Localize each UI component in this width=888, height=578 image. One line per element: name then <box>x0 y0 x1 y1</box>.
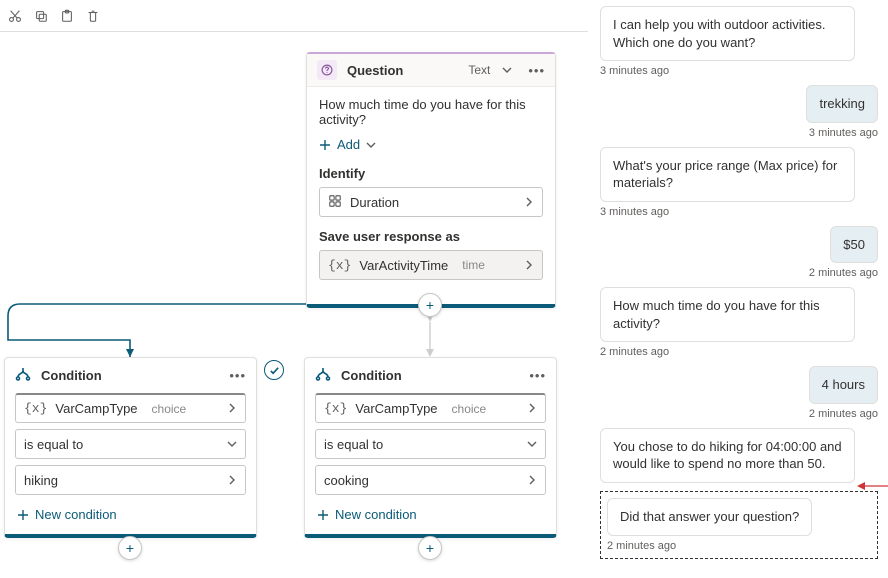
followup-prompt: Did that answer your question? 2 minutes… <box>600 491 878 559</box>
paste-icon[interactable] <box>60 9 74 23</box>
add-node-button[interactable]: + <box>118 536 142 560</box>
identify-value: Duration <box>350 195 399 210</box>
user-message-row: trekking 3 minutes ago <box>600 85 878 139</box>
value-select[interactable]: hiking <box>15 465 246 495</box>
timestamp: 2 minutes ago <box>600 346 878 358</box>
authoring-canvas[interactable]: Question Text ••• How much time do you h… <box>0 0 588 578</box>
more-icon[interactable]: ••• <box>229 368 246 383</box>
bot-message: What's your price range (Max price) for … <box>600 147 855 202</box>
condition-node-2[interactable]: Condition ••• {x} VarCampType choice is … <box>304 357 557 538</box>
variable-picker[interactable]: {x} VarActivityTime time <box>319 250 543 280</box>
question-response-type: Text <box>468 63 490 77</box>
canvas-toolbar <box>0 0 588 32</box>
chevron-right-icon <box>527 401 537 416</box>
new-condition-button[interactable]: New condition <box>15 501 246 524</box>
question-node[interactable]: Question Text ••• How much time do you h… <box>306 52 556 308</box>
identify-label: Identify <box>319 166 543 181</box>
bot-message: I can help you with outdoor activities. … <box>600 6 855 61</box>
operator-value: is equal to <box>324 437 383 452</box>
bot-message-row: You chose to do hiking for 04:00:00 and … <box>600 428 878 483</box>
user-message-row: 4 hours 2 minutes ago <box>600 366 878 420</box>
chevron-right-icon <box>524 195 534 210</box>
user-message: trekking <box>806 85 878 123</box>
question-title: Question <box>347 63 458 78</box>
chevron-down-icon[interactable] <box>502 63 512 78</box>
branch-icon <box>15 366 31 385</box>
new-condition-button[interactable]: New condition <box>315 501 546 524</box>
variable-type: choice <box>152 402 187 416</box>
variable-icon: {x} <box>324 401 347 416</box>
condition-title: Condition <box>341 368 519 383</box>
bot-message-row: What's your price range (Max price) for … <box>600 147 878 218</box>
variable-icon: {x} <box>328 258 351 273</box>
user-message-row: $50 2 minutes ago <box>600 226 878 280</box>
condition-node-1[interactable]: Condition ••• {x} VarCampType choice is … <box>4 357 257 538</box>
variable-name: VarActivityTime <box>359 258 448 273</box>
condition-title: Condition <box>41 368 219 383</box>
condition-value: cooking <box>324 473 369 488</box>
condition-value: hiking <box>24 473 58 488</box>
new-condition-label: New condition <box>335 507 417 522</box>
chevron-down-icon <box>227 437 237 452</box>
more-icon[interactable]: ••• <box>528 63 545 78</box>
more-icon[interactable]: ••• <box>529 368 546 383</box>
timestamp: 2 minutes ago <box>600 408 878 420</box>
timestamp: 3 minutes ago <box>600 127 878 139</box>
variable-icon: {x} <box>24 401 47 416</box>
user-message: $50 <box>830 226 878 264</box>
condition-variable[interactable]: {x} VarCampType choice <box>15 393 246 423</box>
value-select[interactable]: cooking <box>315 465 546 495</box>
variable-type: time <box>462 258 485 272</box>
checkmark-icon <box>264 360 284 380</box>
chevron-right-icon <box>527 473 537 488</box>
new-condition-label: New condition <box>35 507 117 522</box>
test-chat-panel: I can help you with outdoor activities. … <box>590 0 888 578</box>
variable-type: choice <box>452 402 487 416</box>
variable-name: VarCampType <box>55 401 137 416</box>
user-message: 4 hours <box>809 366 878 404</box>
question-header: Question Text ••• <box>307 54 555 87</box>
add-button[interactable]: Add <box>319 137 543 152</box>
condition-variable[interactable]: {x} VarCampType choice <box>315 393 546 423</box>
chevron-down-icon <box>527 437 537 452</box>
operator-value: is equal to <box>24 437 83 452</box>
operator-select[interactable]: is equal to <box>15 429 246 459</box>
bot-message: You chose to do hiking for 04:00:00 and … <box>600 428 855 483</box>
bot-message-row: How much time do you have for this activ… <box>600 287 878 358</box>
bot-message-row: I can help you with outdoor activities. … <box>600 6 878 77</box>
chevron-right-icon <box>524 258 534 273</box>
cut-icon[interactable] <box>8 9 22 23</box>
add-node-button[interactable]: + <box>418 536 442 560</box>
variable-name: VarCampType <box>355 401 437 416</box>
add-label: Add <box>337 137 360 152</box>
bot-message: How much time do you have for this activ… <box>600 287 855 342</box>
branch-icon <box>315 366 331 385</box>
callout-arrow-icon <box>857 478 888 494</box>
operator-select[interactable]: is equal to <box>315 429 546 459</box>
add-node-button[interactable]: + <box>418 293 442 317</box>
save-response-label: Save user response as <box>319 229 543 244</box>
copy-icon[interactable] <box>34 9 48 23</box>
bot-message: Did that answer your question? <box>607 498 812 536</box>
delete-icon[interactable] <box>86 9 100 23</box>
question-prompt: How much time do you have for this activ… <box>319 97 543 127</box>
chevron-right-icon <box>227 401 237 416</box>
question-icon <box>317 60 337 80</box>
timestamp: 3 minutes ago <box>600 65 878 77</box>
entity-icon <box>328 194 342 211</box>
chevron-right-icon <box>227 473 237 488</box>
identify-picker[interactable]: Duration <box>319 187 543 217</box>
timestamp: 3 minutes ago <box>600 206 878 218</box>
timestamp: 2 minutes ago <box>600 267 878 279</box>
timestamp: 2 minutes ago <box>607 540 871 552</box>
